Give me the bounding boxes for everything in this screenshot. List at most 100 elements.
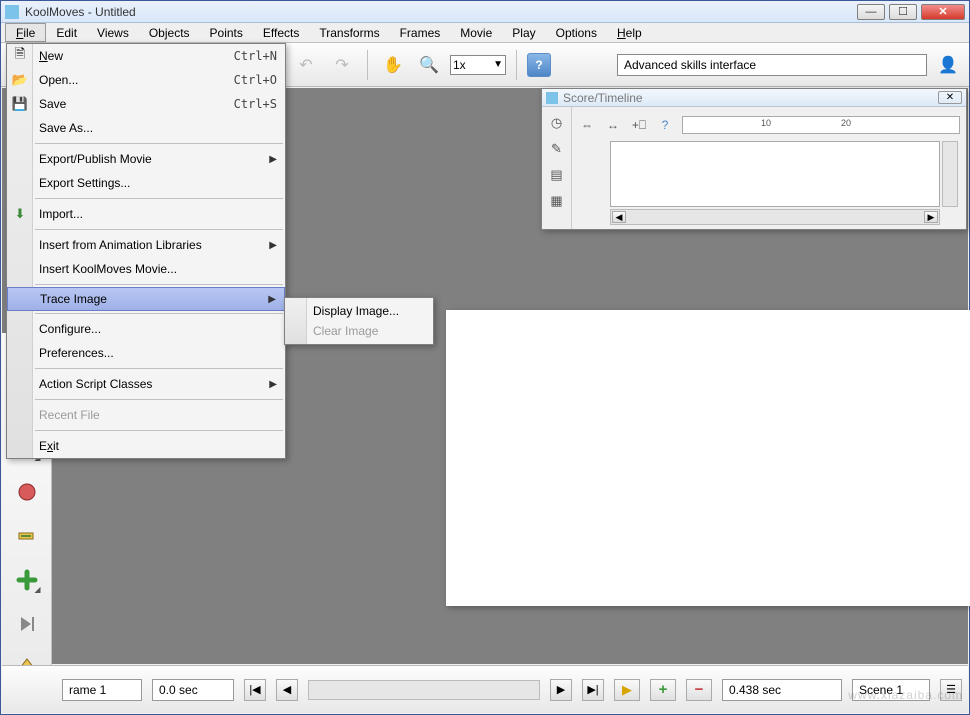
palette-icon — [546, 92, 558, 104]
duration-field[interactable]: 0.438 sec — [722, 679, 842, 701]
timeline-clock-button[interactable]: ◷ — [547, 113, 567, 133]
help-timeline-button[interactable]: ? — [656, 116, 674, 134]
menu-save-as[interactable]: Save As... — [7, 116, 285, 140]
menu-help[interactable]: Help — [607, 23, 652, 42]
menu-action-script-classes[interactable]: Action Script Classes ▶ — [7, 372, 285, 396]
menu-exit[interactable]: Exit — [7, 434, 285, 458]
first-frame-button[interactable]: |◀ — [244, 679, 266, 701]
stretch-button[interactable]: ↔ — [604, 116, 622, 134]
pencil-icon: ✎ — [551, 141, 562, 157]
menu-label: Save — [39, 97, 66, 111]
undo-button[interactable]: ↶ — [291, 50, 321, 80]
remove-frame-button[interactable]: − — [686, 679, 712, 701]
redo-button[interactable]: ↷ — [327, 50, 357, 80]
zoom-tool-button[interactable]: 🔍 — [414, 50, 444, 80]
toolbar-divider — [516, 50, 517, 80]
submenu-arrow-icon: ▶ — [269, 379, 277, 390]
timeline-track[interactable] — [610, 141, 940, 207]
menu-configure[interactable]: Configure... — [7, 317, 285, 341]
snap-button[interactable]: ⇔ — [578, 116, 596, 134]
help-button[interactable]: ? — [527, 53, 551, 77]
maximize-button[interactable]: ☐ — [889, 4, 917, 20]
circle-tool[interactable] — [14, 479, 40, 505]
prev-frame-button[interactable]: ◀ — [276, 679, 298, 701]
subtract-tool[interactable] — [14, 523, 40, 549]
menu-transforms[interactable]: Transforms — [309, 23, 389, 42]
user-button[interactable]: 👤 — [933, 50, 963, 80]
hand-tool-button[interactable]: ✋ — [378, 50, 408, 80]
menu-label: Save As... — [39, 121, 93, 135]
menu-save[interactable]: 💾 Save Ctrl+S — [7, 92, 285, 116]
next-frame-button[interactable]: ▶ — [550, 679, 572, 701]
menu-label: Insert from Animation Libraries — [39, 238, 202, 252]
menu-new[interactable]: 🗎 New Ctrl+N — [7, 44, 285, 68]
time-field[interactable]: 0.0 sec — [152, 679, 234, 701]
scene-icon: ☰ — [946, 683, 956, 696]
menu-label: Insert KoolMoves Movie... — [39, 262, 177, 276]
add-tool[interactable]: ◢ — [14, 567, 40, 593]
timeline-ruler[interactable]: 10 20 — [682, 116, 960, 134]
menu-play[interactable]: Play — [502, 23, 545, 42]
menu-import[interactable]: ⬇ Import... — [7, 202, 285, 226]
scene-menu-button[interactable]: ☰ — [940, 679, 962, 701]
ruler-tick-20: 20 — [841, 118, 851, 128]
timeline-scroll-horizontal[interactable]: ◀ ▶ — [610, 209, 940, 225]
menu-separator — [35, 284, 283, 285]
menu-frames[interactable]: Frames — [390, 23, 451, 42]
redo-icon: ↷ — [335, 55, 348, 75]
grid-icon: ▦ — [550, 193, 562, 209]
next-icon: ▶ — [557, 683, 565, 696]
undo-icon: ↶ — [299, 55, 312, 75]
close-button[interactable]: ✕ — [921, 4, 965, 20]
menu-export-publish[interactable]: Export/Publish Movie ▶ — [7, 147, 285, 171]
hand-icon: ✋ — [383, 55, 403, 75]
submenu-clear-image: Clear Image — [285, 321, 433, 341]
menu-export-settings[interactable]: Export Settings... — [7, 171, 285, 195]
right-icon: ▶ — [928, 212, 935, 223]
menu-preferences[interactable]: Preferences... — [7, 341, 285, 365]
scroll-left-button[interactable]: ◀ — [612, 211, 626, 223]
timeline-scroll-vertical[interactable] — [942, 141, 958, 207]
add-frame-button[interactable]: + — [650, 679, 676, 701]
next-tool[interactable] — [14, 611, 40, 637]
canvas[interactable] — [446, 310, 970, 606]
menu-effects[interactable]: Effects — [253, 23, 309, 42]
trace-image-submenu: Display Image... Clear Image — [284, 297, 434, 345]
menu-separator — [35, 229, 283, 230]
menu-label: Configure... — [39, 322, 101, 336]
timeline-edit-button[interactable]: ✎ — [547, 139, 567, 159]
menu-points[interactable]: Points — [200, 23, 253, 42]
scene-field[interactable]: Scene 1 — [852, 679, 930, 701]
palette-body: ◷ ✎ ▤ ▦ ⇔ ↔ +⎕ ? 10 20 — [542, 107, 966, 229]
skill-level-field[interactable]: Advanced skills interface — [617, 54, 927, 76]
insert-button[interactable]: +⎕ — [630, 116, 648, 134]
menu-insert-koolmoves[interactable]: Insert KoolMoves Movie... — [7, 257, 285, 281]
menu-trace-image[interactable]: Trace Image ▶ — [7, 287, 285, 311]
menu-open[interactable]: 📂 Open... Ctrl+O — [7, 68, 285, 92]
save-icon: 💾 — [11, 95, 29, 113]
frame-scrollbar[interactable] — [308, 680, 540, 700]
submenu-display-image[interactable]: Display Image... — [285, 301, 433, 321]
menu-file[interactable]: File — [5, 23, 46, 42]
menu-insert-from-libraries[interactable]: Insert from Animation Libraries ▶ — [7, 233, 285, 257]
menu-views[interactable]: Views — [87, 23, 139, 42]
menu-options[interactable]: Options — [546, 23, 607, 42]
menu-label: Export/Publish Movie — [39, 152, 152, 166]
help-icon: ? — [535, 58, 542, 72]
menu-separator — [35, 430, 283, 431]
last-frame-button[interactable]: ▶| — [582, 679, 604, 701]
menu-label: Open... — [39, 73, 78, 87]
scroll-right-button[interactable]: ▶ — [924, 211, 938, 223]
timeline-layers-button[interactable]: ▤ — [547, 165, 567, 185]
zoom-select[interactable]: 1x ▼ — [450, 55, 506, 75]
palette-close-button[interactable]: ✕ — [938, 91, 962, 104]
play-button[interactable]: ▶ — [614, 679, 640, 701]
minimize-button[interactable]: — — [857, 4, 885, 20]
frame-field[interactable]: rame 1 — [62, 679, 142, 701]
window-controls: — ☐ ✕ — [857, 4, 965, 20]
menu-movie[interactable]: Movie — [450, 23, 502, 42]
menu-objects[interactable]: Objects — [139, 23, 200, 42]
palette-titlebar[interactable]: Score/Timeline ✕ — [542, 89, 966, 107]
timeline-grid-button[interactable]: ▦ — [547, 191, 567, 211]
menu-edit[interactable]: Edit — [46, 23, 87, 42]
